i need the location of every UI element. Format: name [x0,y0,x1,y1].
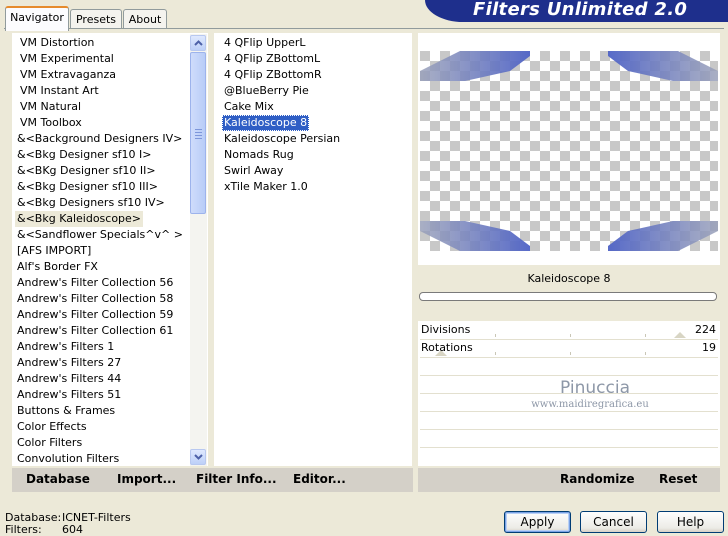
category-item[interactable]: Andrew's Filters 51 [15,387,123,403]
scroll-thumb[interactable] [190,52,206,214]
category-item[interactable]: Andrew's Filter Collection 58 [15,291,175,307]
cancel-button[interactable]: Cancel [580,511,647,533]
category-item[interactable]: Andrew's Filters 27 [15,355,123,371]
category-item[interactable]: Buttons & Frames [15,403,117,419]
status-filters-label: Filters: [5,523,42,536]
param-label: Rotations [421,341,473,354]
category-item[interactable]: VM Experimental [18,51,116,67]
scroll-down-button[interactable] [190,449,206,465]
tab-divider [4,28,724,29]
category-item[interactable]: Andrew's Filters 44 [15,371,123,387]
filter-item[interactable]: @BlueBerry Pie [222,83,311,99]
preview-image [420,51,718,251]
category-item[interactable]: &<Background Designers IV> [15,131,184,147]
randomize-button[interactable]: Randomize [560,472,634,486]
reset-button[interactable]: Reset [659,472,697,486]
param-value: 224 [695,323,716,336]
filter-item[interactable]: Swirl Away [222,163,285,179]
help-button[interactable]: Help [657,511,724,533]
category-item[interactable]: &<Bkg Designer sf10 I> [15,147,154,163]
scroll-up-button[interactable] [190,35,206,51]
database-button[interactable]: Database [26,472,90,486]
category-item[interactable]: &<Bkg Kaleidoscope> [15,211,144,227]
param-slider-divisions[interactable]: Divisions 224 [420,322,718,340]
app-title: Filters Unlimited 2.0 [473,0,688,20]
category-item[interactable]: [AFS IMPORT] [15,243,93,259]
category-item[interactable]: VM Extravaganza [18,67,118,83]
filter-item[interactable]: 4 QFlip ZBottomL [222,51,322,67]
category-item[interactable]: &<Bkg Designer sf10 III> [15,179,160,195]
category-item[interactable]: Convolution Filters [15,451,121,467]
tab-navigator[interactable]: Navigator [5,6,69,31]
category-item[interactable]: &<Sandflower Specials^v^ > [15,227,185,243]
param-label: Divisions [421,323,471,336]
param-value: 19 [702,341,716,354]
category-item[interactable]: VM Instant Art [18,83,101,99]
filter-item[interactable]: xTile Maker 1.0 [222,179,310,195]
category-item[interactable]: Andrew's Filter Collection 56 [15,275,175,291]
preview-filter-name: Kaleidoscope 8 [418,268,720,290]
category-item[interactable]: Color Effects [15,419,89,435]
category-list[interactable]: VM Distortion VM Experimental VM Extravaga… [12,33,208,466]
category-scrollbar[interactable] [190,34,207,466]
category-item[interactable]: Andrew's Filters 1 [15,339,116,355]
import-button[interactable]: Import... [117,472,176,486]
status-filters-value: 604 [62,523,83,536]
watermark-url: www.maidiregrafica.eu [531,399,649,410]
apply-button[interactable]: Apply [504,511,571,533]
chevron-up-icon [193,40,203,46]
filter-item[interactable]: Cake Mix [222,99,276,115]
category-item[interactable]: Andrew's Filter Collection 61 [15,323,175,339]
progress-bar [419,292,717,301]
filter-item[interactable]: 4 QFlip UpperL [222,35,308,51]
filter-item[interactable]: Kaleidoscope Persian [222,131,342,147]
tab-presets[interactable]: Presets [70,9,122,29]
category-item[interactable]: &<Bkg Designers sf10 IV> [15,195,167,211]
preview-area [418,33,720,265]
title-banner: Filters Unlimited 2.0 [425,0,728,22]
editor-button[interactable]: Editor... [293,472,346,486]
category-item[interactable]: Color Filters [15,435,84,451]
filter-item[interactable]: Kaleidoscope 8 [222,115,310,131]
category-item[interactable]: VM Distortion [18,35,96,51]
category-item[interactable]: Alf's Border FX [15,259,100,275]
category-item[interactable]: VM Toolbox [18,115,84,131]
category-item[interactable]: Andrew's Filter Collection 59 [15,307,175,323]
filter-list[interactable]: 4 QFlip UpperL 4 QFlip ZBottomL 4 QFlip ZB… [214,33,412,466]
category-item[interactable]: VM Natural [18,99,83,115]
param-slider-rotations[interactable]: Rotations 19 [420,340,718,358]
filter-info-button[interactable]: Filter Info... [196,472,277,486]
category-item[interactable]: &<BKg Designer sf10 II> [15,163,158,179]
chevron-down-icon [193,454,203,460]
status-filters: Filters: 604 [5,523,83,536]
filter-item[interactable]: 4 QFlip ZBottomR [222,67,324,83]
tab-about[interactable]: About [123,9,167,29]
filter-item[interactable]: Nomads Rug [222,147,296,163]
watermark-name: Pinuccia [560,378,630,398]
param-slider-marker[interactable] [674,332,686,338]
